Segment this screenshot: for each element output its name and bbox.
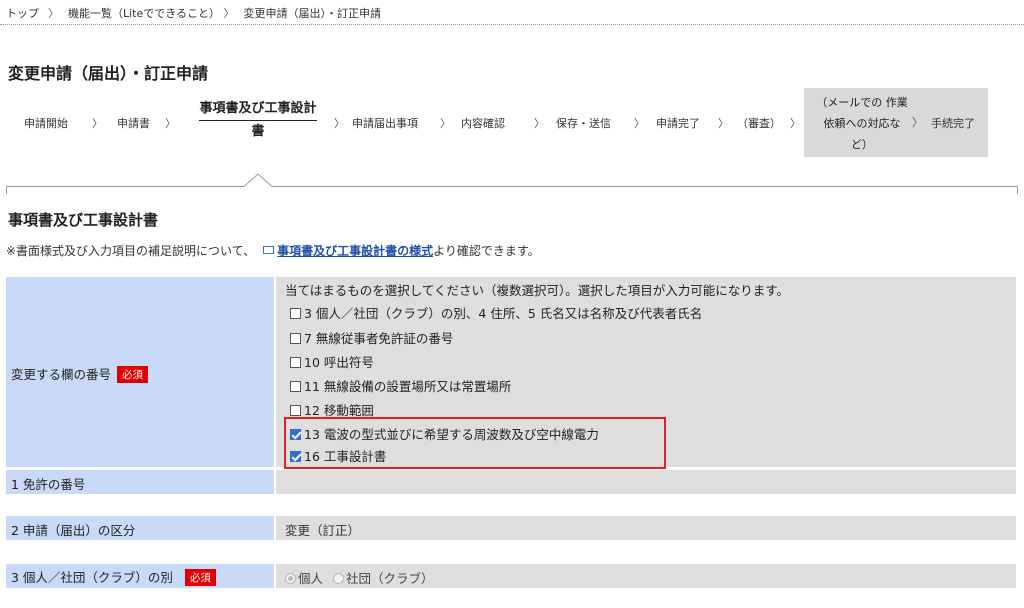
step-chevron-icon: 〉 — [912, 116, 923, 129]
license-number-label: 1 免許の番号 — [11, 477, 86, 492]
checkbox[interactable] — [290, 357, 301, 368]
radio[interactable] — [333, 573, 344, 584]
individual-club-label: 3 個人／社団（クラブ）の別 — [11, 570, 173, 585]
step-complete: 申請完了 — [656, 117, 700, 130]
frame-edge — [6, 186, 7, 194]
form-note: ※書面様式及び入力項目の補足説明について、 事項書及び工事設計書の様式より確認でき… — [6, 244, 540, 258]
breadcrumb-current: 変更申請（届出）・訂正申請 — [243, 7, 382, 20]
step-remaining-box: （メールでの 作業 依頼への対応な ど） 〉 手続完了 — [804, 88, 988, 157]
required-badge: 必須 — [184, 569, 216, 586]
section-title: 事項書及び工事設計書 — [8, 211, 159, 229]
breadcrumb-top[interactable]: トップ — [6, 7, 39, 20]
step-request-items: 申請届出事項 — [352, 117, 418, 130]
step-review: （審査） — [737, 117, 781, 130]
step-save-send: 保存・送信 — [556, 117, 611, 130]
step-chevron-icon: 〉 — [165, 117, 176, 130]
row-label: 3 個人／社団（クラブ）の別 必須 — [6, 564, 274, 588]
step-indicator-line — [6, 186, 1018, 187]
page-title: 変更申請（届出）・訂正申請 — [8, 64, 209, 83]
form-template-link[interactable]: 事項書及び工事設計書の様式 — [277, 244, 433, 258]
step-chevron-icon: 〉 — [534, 117, 545, 130]
step-chevron-icon: 〉 — [334, 117, 345, 130]
option-3-4-5[interactable]: 3 個人／社団（クラブ）の別、4 住所、5 氏名又は名称及び代表者氏名 — [290, 303, 702, 322]
step-procedure-complete: 手続完了 — [931, 117, 975, 130]
option-10[interactable]: 10 呼出符号 — [290, 352, 374, 371]
radio-club[interactable]: 社団（クラブ） — [333, 571, 434, 586]
row-application-category: 2 申請（届出）の区分 変更（訂正） — [6, 516, 1016, 540]
step-chevron-icon: 〉 — [634, 117, 645, 130]
change-fields-label: 変更する欄の番号 — [11, 367, 112, 382]
breadcrumb-chevron-icon: 〉 — [48, 7, 59, 20]
frame-edge — [1017, 186, 1018, 194]
step-chevron-icon: 〉 — [440, 117, 451, 130]
category-value: 変更（訂正） — [285, 523, 361, 538]
step-application: 申請書 — [117, 117, 150, 130]
row-license-number: 1 免許の番号 — [6, 470, 1016, 494]
radio-individual[interactable]: 個人 — [285, 571, 323, 586]
window-icon — [263, 246, 275, 254]
step-chevron-icon: 〉 — [92, 117, 103, 130]
option-11[interactable]: 11 無線設備の設置場所又は常置場所 — [290, 376, 511, 395]
breadcrumb: トップ〉機能一覧（Liteでできること）〉変更申請（届出）・訂正申請 — [6, 5, 381, 21]
step-chevron-icon: 〉 — [790, 117, 801, 130]
progress-steps: 申請開始 〉 申請書 〉 事項書及び工事設計 書 〉 申請届出事項 〉 内容確認… — [0, 88, 1024, 168]
row-value: 変更（訂正） — [276, 516, 1016, 540]
step-start: 申請開始 — [24, 117, 68, 130]
checkbox[interactable] — [290, 405, 301, 416]
row-value: 個人 社団（クラブ） — [276, 564, 1016, 588]
option-7[interactable]: 7 無線従事者免許証の番号 — [290, 328, 453, 347]
row-label: 変更する欄の番号 必須 — [6, 277, 274, 467]
step-email-response: （メールでの 作業 依頼への対応な ど） — [816, 96, 908, 151]
selection-highlight — [284, 417, 666, 469]
breadcrumb-chevron-icon: 〉 — [223, 7, 235, 20]
checkbox[interactable] — [290, 333, 301, 344]
step-pointer-icon — [244, 173, 272, 187]
checkbox[interactable] — [290, 381, 301, 392]
instruction-text: 当てはまるものを選択してください（複数選択可）。選択した項目が入力可能になります… — [285, 283, 790, 298]
row-label: 2 申請（届出）の区分 — [6, 516, 274, 540]
radio-selected[interactable] — [285, 573, 296, 584]
row-individual-club: 3 個人／社団（クラブ）の別 必須 個人 社団（クラブ） — [6, 564, 1016, 588]
step-current: 事項書及び工事設計 書 — [186, 98, 330, 143]
breadcrumb-feature-list[interactable]: 機能一覧（Liteでできること） — [68, 7, 215, 20]
divider — [0, 24, 1024, 25]
step-confirm: 内容確認 — [461, 117, 505, 130]
required-badge: 必須 — [117, 366, 149, 383]
step-chevron-icon: 〉 — [718, 117, 729, 130]
row-label: 1 免許の番号 — [6, 470, 274, 494]
row-value — [276, 470, 1016, 494]
category-label: 2 申請（届出）の区分 — [11, 523, 136, 538]
checkbox[interactable] — [290, 308, 301, 319]
